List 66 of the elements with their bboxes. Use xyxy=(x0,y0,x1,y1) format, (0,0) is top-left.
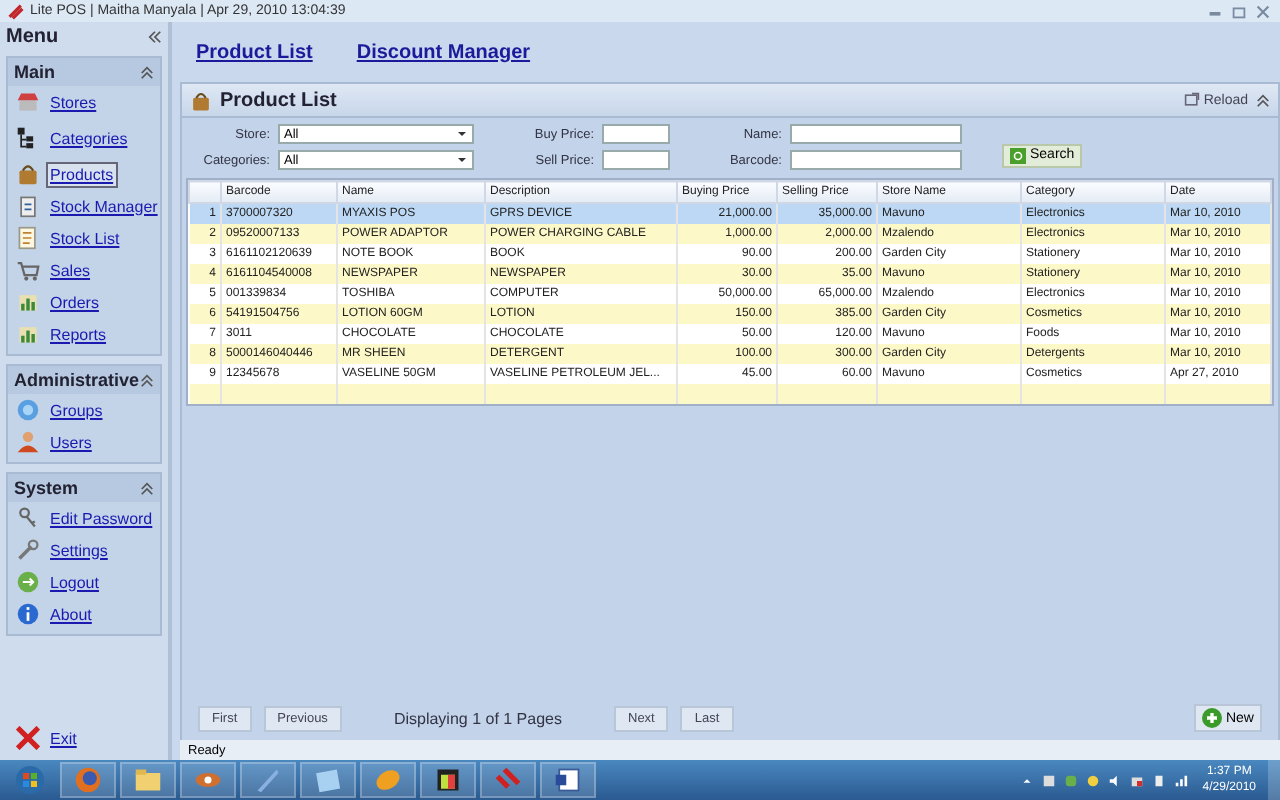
nav-link[interactable]: Reports xyxy=(46,321,111,347)
dropdown-arrow-icon xyxy=(456,128,468,140)
tray-icon[interactable] xyxy=(1152,773,1167,787)
nav-link[interactable]: Edit Password xyxy=(46,505,157,531)
browser-icon[interactable] xyxy=(74,766,102,794)
section-title: Main xyxy=(14,62,56,82)
dropdown-arrow-icon xyxy=(456,154,468,166)
signal-icon[interactable] xyxy=(1174,773,1189,787)
window-icon[interactable] xyxy=(314,766,342,794)
nav-link[interactable]: About xyxy=(46,601,96,627)
globe-icon xyxy=(16,398,40,422)
nav-link[interactable]: Stock Manager xyxy=(46,193,162,219)
nav-link[interactable]: Stores xyxy=(46,89,101,115)
collapse-icon[interactable] xyxy=(140,373,154,387)
input-field[interactable] xyxy=(790,124,962,144)
input-field[interactable] xyxy=(602,124,670,144)
nav-link[interactable]: Products xyxy=(46,161,118,187)
disc-icon[interactable] xyxy=(374,766,402,794)
cross-icon xyxy=(16,726,40,750)
page-info: Displaying 1 of 1 Pages xyxy=(393,709,562,727)
speaker-icon[interactable] xyxy=(1108,773,1123,787)
clipboard-icon xyxy=(16,194,40,218)
collapse-icon[interactable] xyxy=(148,30,162,44)
bag-icon xyxy=(190,89,212,111)
person-icon xyxy=(16,430,40,454)
tab-link[interactable]: Discount Manager xyxy=(356,41,531,63)
key-icon xyxy=(16,506,40,530)
chart-icon xyxy=(16,290,40,314)
collapse-icon[interactable] xyxy=(140,481,154,495)
panel-title: Product List xyxy=(220,89,337,111)
start-button[interactable] xyxy=(16,766,44,794)
reload-icon xyxy=(1183,92,1200,108)
close-icon[interactable] xyxy=(1254,3,1272,19)
section-title: System xyxy=(14,478,79,498)
document-icon xyxy=(16,226,40,250)
app-logo-icon xyxy=(8,3,24,19)
info-icon xyxy=(16,602,40,626)
exit-link[interactable]: Exit xyxy=(46,725,81,751)
network-icon[interactable] xyxy=(1130,773,1145,787)
collapse-icon[interactable] xyxy=(1256,93,1270,107)
cart-icon xyxy=(16,258,40,282)
folder-icon[interactable] xyxy=(134,766,162,794)
nav-link[interactable]: Categories xyxy=(46,125,132,151)
menu-title: Menu xyxy=(6,26,59,48)
nav-link[interactable]: Settings xyxy=(46,537,112,563)
palette-icon[interactable] xyxy=(434,766,462,794)
nav-link[interactable]: Users xyxy=(46,429,96,455)
pen-icon[interactable] xyxy=(254,766,282,794)
nav-link[interactable]: Logout xyxy=(46,569,103,595)
input-field[interactable] xyxy=(602,150,670,170)
bag-icon xyxy=(16,162,40,186)
nav-link[interactable]: Stock List xyxy=(46,225,124,251)
search-icon xyxy=(1010,147,1026,163)
chart-icon xyxy=(16,322,40,346)
input-field[interactable] xyxy=(790,150,962,170)
document-icon[interactable] xyxy=(554,766,582,794)
restore-icon[interactable] xyxy=(1230,3,1248,19)
section-title: Administrative xyxy=(14,370,140,390)
shop-icon xyxy=(16,90,40,114)
tab-link[interactable]: Product List xyxy=(196,41,313,63)
wrench-icon xyxy=(16,538,40,562)
nav-link[interactable]: Sales xyxy=(46,257,95,283)
plus-icon xyxy=(1201,708,1222,728)
nav-link[interactable]: Groups xyxy=(46,397,107,423)
nav-link[interactable]: Orders xyxy=(46,289,103,315)
collapse-icon[interactable] xyxy=(140,65,154,79)
